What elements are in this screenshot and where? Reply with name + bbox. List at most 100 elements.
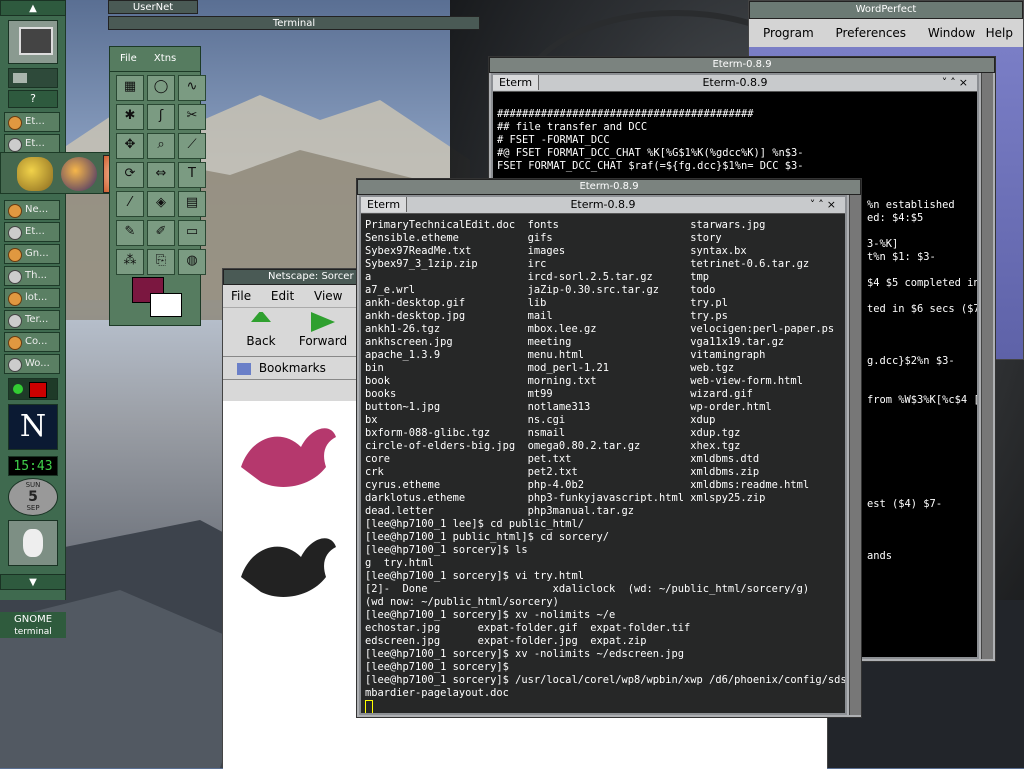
netscape-launcher-icon[interactable]: N <box>8 404 58 450</box>
rect-select-icon[interactable]: ▦ <box>116 75 144 101</box>
background-color-swatch[interactable] <box>150 293 182 317</box>
menu-item-file[interactable]: File <box>231 289 251 303</box>
back-button[interactable]: Back <box>233 312 289 348</box>
terminal-line: bin mod_perl-1.21 web.tgz <box>365 362 735 374</box>
terminal-line: books mt99 wizard.gif <box>365 388 753 400</box>
menu-item-file[interactable]: File <box>120 53 137 64</box>
wordperfect-menubar: Program Preferences Window Help <box>749 19 1023 48</box>
bezier-icon[interactable]: ʃ <box>147 104 175 130</box>
calendar-applet[interactable]: SUN 5 SEP <box>8 478 58 516</box>
terminal-line: apache_1.3.9 menu.html vitamingraph <box>365 349 766 361</box>
terminal-line: FSET FORMAT_DCC_CHAT $raf(=${fg.dcc}$1%n… <box>497 160 804 172</box>
help-button[interactable]: ? <box>8 90 58 108</box>
color-picker-icon[interactable]: ⁄ <box>116 191 144 217</box>
terminal-line: #@ FSET FORMAT_DCC_CHAT %K[%G$1%K(%gdcc%… <box>497 147 804 159</box>
eterm-front-outer-title[interactable]: Eterm-0.8.9 <box>357 179 861 195</box>
menu-item-window[interactable]: Window <box>928 26 975 40</box>
gnome-foot-icon <box>8 358 22 372</box>
smudge-icon[interactable]: ◍ <box>178 249 206 275</box>
gradient-icon[interactable]: ▤ <box>178 191 206 217</box>
eterm-front-scrollbar[interactable] <box>849 195 861 715</box>
paintbrush-icon[interactable]: ✐ <box>147 220 175 246</box>
panel-hide-up-button[interactable]: ▲ <box>0 0 66 16</box>
eterm-back-outer-title[interactable]: Eterm-0.8.9 <box>489 57 995 73</box>
cpu-monitor[interactable] <box>8 378 58 400</box>
pencil-icon[interactable]: ✎ <box>116 220 144 246</box>
window-controls-icon[interactable]: ˅˄× <box>810 197 839 213</box>
gnome-foot-menu-icon[interactable] <box>8 520 58 566</box>
bucket-fill-icon[interactable]: ◈ <box>147 191 175 217</box>
text-icon[interactable]: T <box>178 162 206 188</box>
crop-icon[interactable]: ⟋ <box>178 133 206 159</box>
terminal-cursor <box>365 700 373 713</box>
gnome-foot-icon <box>8 314 22 328</box>
terminal-line: bxform-088-glibc.tgz nsmail xdup.tgz <box>365 427 741 439</box>
ellipse-select-icon[interactable]: ◯ <box>147 75 175 101</box>
gnome-foot-icon <box>8 248 22 262</box>
magic-wand-icon[interactable]: ✱ <box>116 104 144 130</box>
calendar-month: SEP <box>26 504 40 512</box>
planet-icon[interactable] <box>61 157 97 191</box>
task-button[interactable]: Gn... <box>4 244 60 264</box>
wordperfect-titlebar[interactable]: WordPerfect <box>749 1 1023 19</box>
eterm-front-output[interactable]: PrimaryTechnicalEdit.doc fonts starwars.… <box>365 219 845 713</box>
menu-item-edit[interactable]: Edit <box>271 289 294 303</box>
scissors-icon[interactable]: ✂ <box>178 104 206 130</box>
lasso-icon[interactable]: ∿ <box>178 75 206 101</box>
terminal-line: [lee@hp7100_1 sorcery]$ <box>365 661 509 673</box>
window-controls-icon[interactable]: ˅˄× <box>942 75 971 91</box>
flip-icon[interactable]: ⇔ <box>147 162 175 188</box>
terminal-line: from %W$3%K[%c$4 [ <box>867 394 977 406</box>
task-button[interactable]: Wo... <box>4 354 60 374</box>
menu-item-view[interactable]: View <box>314 289 342 303</box>
eterm-front-frame: Eterm-0.8.9 Eterm Eterm-0.8.9 ˅˄× Primar… <box>356 178 862 718</box>
pager-widget[interactable] <box>8 68 58 88</box>
task-button[interactable]: Th... <box>4 266 60 286</box>
task-button[interactable]: Ter... <box>4 310 60 330</box>
bookmarks-button[interactable]: Bookmarks <box>259 361 326 375</box>
menu-item-help[interactable]: Help <box>986 19 1013 47</box>
computer-icon[interactable] <box>8 20 58 64</box>
terminal-line: cyrus.etheme php-4.0b2 xmldbms:readme.ht… <box>365 479 810 491</box>
gnome-foot-icon <box>8 204 22 218</box>
terminal-line: g.dcc}$2%n $3- <box>867 355 955 367</box>
airbrush-icon[interactable]: ⁂ <box>116 249 144 275</box>
menu-item-xtns[interactable]: Xtns <box>154 53 176 64</box>
eraser-icon[interactable]: ▭ <box>178 220 206 246</box>
forward-button[interactable]: Forward <box>295 312 351 348</box>
terminal-line: ted in $6 secs ($7 <box>867 303 977 315</box>
panel-hide-down-button[interactable]: ▼ <box>0 574 66 590</box>
task-button[interactable]: Et... <box>4 134 60 154</box>
terminal-line: ankh-desktop.jpg mail try.ps <box>365 310 728 322</box>
task-button[interactable]: Et... <box>4 112 60 132</box>
menu-item-program[interactable]: Program <box>763 26 814 40</box>
terminal-line: core pet.txt xmldbms.dtd <box>365 453 760 465</box>
move-icon[interactable]: ✥ <box>116 133 144 159</box>
task-button[interactable]: Co... <box>4 332 60 352</box>
terminal-titlebar[interactable]: Terminal <box>108 16 480 30</box>
terminal-line: (wd now: ~/public_html/sorcery) <box>365 596 559 608</box>
task-button[interactable]: lot... <box>4 288 60 308</box>
eterm-back-scrollbar[interactable] <box>981 73 993 659</box>
rotate-icon[interactable]: ⟳ <box>116 162 144 188</box>
eterm-front-window: Eterm Eterm-0.8.9 ˅˄× PrimaryTechnicalEd… <box>359 195 847 715</box>
menu-item-preferences[interactable]: Preferences <box>835 26 906 40</box>
clone-icon[interactable]: ⎘ <box>147 249 175 275</box>
terminal-line: edscreen.jpg expat-folder.jpg expat.zip <box>365 635 647 647</box>
zoom-icon[interactable]: ⌕ <box>147 133 175 159</box>
usernet-titlebar[interactable]: UserNet <box>108 0 198 14</box>
task-button[interactable]: Et... <box>4 222 60 242</box>
rooster-illustration <box>241 428 336 597</box>
toolbox-menubar: File Xtns <box>110 47 200 72</box>
task-button[interactable]: Ne... <box>4 200 60 220</box>
terminal-line: g try.html <box>365 557 434 569</box>
terminal-line: # FSET -FORMAT_DCC <box>497 134 610 146</box>
gimp-icon[interactable] <box>17 157 53 191</box>
terminal-line: a ircd-sorl.2.5.tar.gz tmp <box>365 271 710 283</box>
